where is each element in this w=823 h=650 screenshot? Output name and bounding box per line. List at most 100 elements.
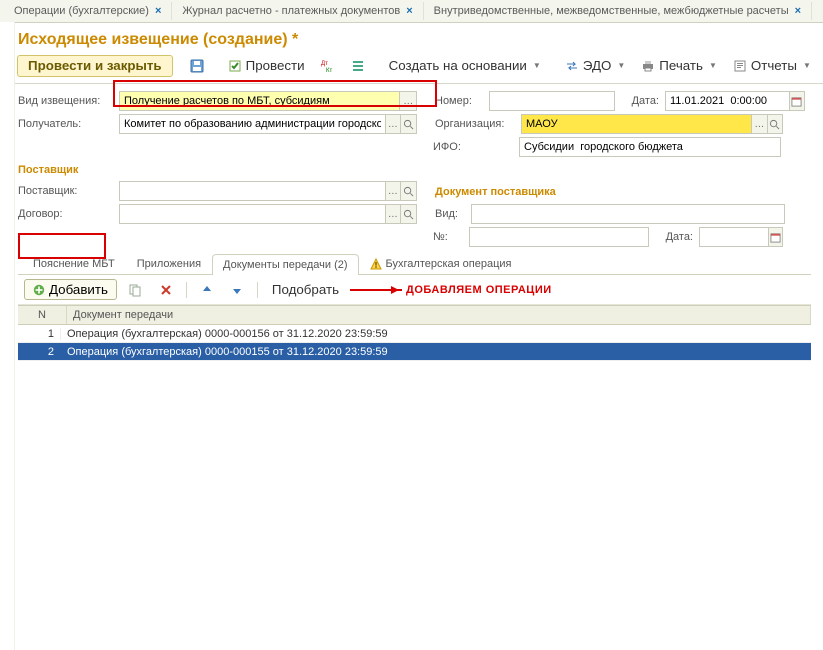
row-number: 1 xyxy=(18,328,61,340)
app-tab-intra[interactable]: Внутриведомственные, межведомственные, м… xyxy=(424,2,812,20)
ifo-input[interactable] xyxy=(520,139,780,155)
move-up-button[interactable] xyxy=(194,282,220,298)
arrow-right-icon xyxy=(350,289,402,291)
supplier-input[interactable] xyxy=(120,183,385,199)
table-row[interactable]: 2Операция (бухгалтерская) 0000-000155 от… xyxy=(18,343,811,361)
reports-label: Отчеты xyxy=(751,59,797,73)
calendar-button[interactable] xyxy=(789,92,804,110)
recipient-input[interactable] xyxy=(120,116,385,132)
tab-accounting-op[interactable]: Бухгалтерская операция xyxy=(359,253,523,274)
no-input[interactable] xyxy=(470,229,648,245)
vid-field[interactable]: … xyxy=(119,91,417,111)
annotation: ДОБАВЛЯЕМ ОПЕРАЦИИ xyxy=(350,284,552,296)
tab-explanation[interactable]: Пояснение МБТ xyxy=(22,253,126,274)
recipient-picker-button[interactable]: … xyxy=(385,115,401,133)
vid-picker-button[interactable]: … xyxy=(399,92,416,110)
contract-picker-button[interactable]: … xyxy=(385,205,401,223)
app-tab-label: Журнал расчетно - платежных документов xyxy=(182,5,400,17)
print-button[interactable]: Печать▼ xyxy=(634,56,724,76)
nomer-label: Номер: xyxy=(435,95,483,107)
save-button[interactable] xyxy=(183,56,211,76)
reports-button[interactable]: Отчеты▼ xyxy=(726,56,818,76)
delete-button[interactable] xyxy=(153,282,179,298)
plus-icon xyxy=(33,284,45,296)
close-icon[interactable]: × xyxy=(406,5,412,17)
search-icon xyxy=(769,119,780,130)
tab-attachments[interactable]: Приложения xyxy=(126,253,212,274)
create-base-button[interactable]: Создать на основании▼ xyxy=(382,56,548,76)
row-doc: Операция (бухгалтерская) 0000-000155 от … xyxy=(61,346,811,358)
org-search-button[interactable] xyxy=(767,115,782,133)
ifo-field[interactable] xyxy=(519,137,781,157)
close-icon[interactable]: × xyxy=(155,5,161,17)
no-field[interactable] xyxy=(469,227,649,247)
search-icon xyxy=(403,209,414,220)
contract-input[interactable] xyxy=(120,206,385,222)
supplier-picker-button[interactable]: … xyxy=(385,182,401,200)
vid-label: Вид извещения: xyxy=(18,95,113,107)
date-label: Дата: xyxy=(621,95,659,107)
vid2-field[interactable] xyxy=(471,204,785,224)
arrow-down-icon xyxy=(231,284,243,296)
date2-input[interactable] xyxy=(700,229,768,245)
date2-field[interactable] xyxy=(699,227,783,247)
org-picker-button[interactable]: … xyxy=(751,115,766,133)
add-label: Добавить xyxy=(49,282,108,297)
print-icon xyxy=(641,59,655,73)
recipient-label: Получатель: xyxy=(18,118,113,130)
supplier-search-button[interactable] xyxy=(400,182,416,200)
supplier-section-title: Поставщик xyxy=(18,164,425,176)
supplier-field[interactable]: … xyxy=(119,181,417,201)
supplier-doc-section-title: Документ поставщика xyxy=(435,186,556,198)
app-tab-operations[interactable]: Операции (бухгалтерские) × xyxy=(4,2,172,20)
transfer-docs-table: N Документ передачи 1Операция (бухгалтер… xyxy=(18,305,811,641)
app-tab-journal[interactable]: Журнал расчетно - платежных документов × xyxy=(172,2,423,20)
save-icon xyxy=(190,59,204,73)
list-button[interactable] xyxy=(344,56,372,76)
recipient-search-button[interactable] xyxy=(400,115,416,133)
search-icon xyxy=(403,186,414,197)
vid2-input[interactable] xyxy=(472,206,784,222)
edo-button[interactable]: ЭДО▼ xyxy=(558,56,632,76)
app-tab-label: Операции (бухгалтерские) xyxy=(14,5,149,17)
ifo-label: ИФО: xyxy=(433,141,513,153)
pick-button[interactable]: Подобрать xyxy=(265,281,346,299)
tab-transfer-docs[interactable]: Документы передачи (2) xyxy=(212,254,359,275)
org-field[interactable]: … xyxy=(521,114,783,134)
add-button[interactable]: Добавить xyxy=(24,279,117,300)
svg-text:Дт: Дт xyxy=(321,61,328,67)
no-label: №: xyxy=(433,231,463,243)
dt-kt-button[interactable]: ДтКт xyxy=(314,56,342,76)
col-doc: Документ передачи xyxy=(67,306,811,324)
vid-input[interactable] xyxy=(120,93,399,109)
org-input[interactable] xyxy=(522,116,751,132)
list-icon xyxy=(351,59,365,73)
date-field[interactable] xyxy=(665,91,805,111)
create-base-label: Создать на основании xyxy=(389,59,527,73)
contract-search-button[interactable] xyxy=(400,205,416,223)
post-button[interactable]: Провести xyxy=(221,56,312,76)
app-tab-label: Внутриведомственные, межведомственные, м… xyxy=(434,5,789,17)
post-icon xyxy=(228,59,242,73)
move-down-button[interactable] xyxy=(224,282,250,298)
recipient-field[interactable]: … xyxy=(119,114,417,134)
warning-icon xyxy=(370,258,382,270)
search-icon xyxy=(403,119,414,130)
page-title: Исходящее извещение (создание) * xyxy=(0,23,823,53)
calendar-button[interactable] xyxy=(768,228,782,246)
post-and-close-button[interactable]: Провести и закрыть xyxy=(17,55,173,77)
copy-button[interactable] xyxy=(121,281,149,299)
date2-label: Дата: xyxy=(655,231,693,243)
copy-icon xyxy=(128,283,142,297)
post-label: Провести xyxy=(246,59,305,73)
contract-field[interactable]: … xyxy=(119,204,417,224)
main-toolbar: Провести и закрыть Провести ДтКт Создать… xyxy=(0,53,823,84)
svg-text:Кт: Кт xyxy=(326,68,332,73)
table-row[interactable]: 1Операция (бухгалтерская) 0000-000156 от… xyxy=(18,325,811,343)
date-input[interactable] xyxy=(666,93,789,109)
delete-icon xyxy=(160,284,172,296)
nomer-input[interactable] xyxy=(490,93,614,109)
nomer-field[interactable] xyxy=(489,91,615,111)
contract-label: Договор: xyxy=(18,208,113,220)
close-icon[interactable]: × xyxy=(795,5,801,17)
